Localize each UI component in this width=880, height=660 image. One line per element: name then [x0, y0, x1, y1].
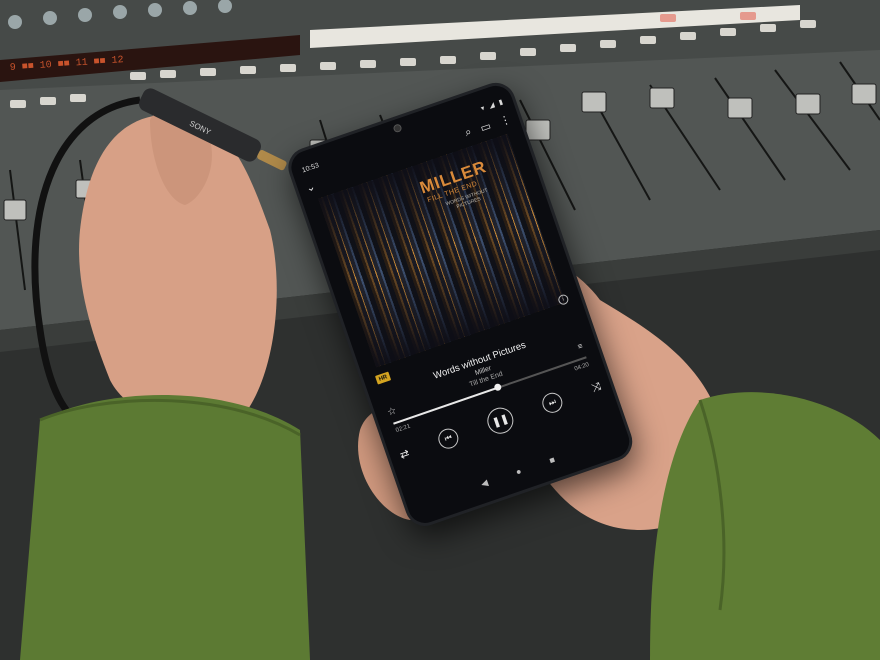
battery-icon: ▮: [497, 98, 504, 107]
time-elapsed: 02:21: [395, 423, 412, 435]
search-icon[interactable]: ⌕: [463, 125, 473, 139]
more-vert-icon[interactable]: ⋮: [498, 112, 512, 128]
cast-icon[interactable]: ▭: [479, 119, 493, 135]
pause-icon[interactable]: ❚❚: [484, 404, 518, 438]
nav-recents-icon[interactable]: ■: [548, 454, 558, 469]
signal-icon: ◢: [488, 101, 496, 111]
photo-scene: 9 ■■ 10 ■■ 11 ■■ 12 SONY 10:53 ▾ ◢ ▮ ⌄ ⌕…: [0, 0, 880, 660]
time-total: 04:20: [573, 361, 590, 373]
skip-next-icon[interactable]: ⏭: [539, 390, 566, 416]
nav-home-icon[interactable]: ●: [514, 466, 524, 481]
seek-bar-handle[interactable]: [493, 382, 503, 392]
shuffle-icon[interactable]: ⤨: [590, 380, 603, 395]
status-time: 10:53: [300, 161, 320, 174]
hires-badge: HR: [374, 371, 392, 385]
chevron-down-icon[interactable]: ⌄: [304, 179, 317, 194]
wifi-icon: ▾: [480, 105, 486, 113]
right-sleeve: [650, 392, 880, 660]
nav-back-icon[interactable]: ◀: [480, 477, 491, 492]
left-sleeve: [20, 395, 310, 660]
skip-previous-icon[interactable]: ⏮: [435, 425, 462, 452]
repeat-icon[interactable]: ⇄: [398, 446, 411, 461]
